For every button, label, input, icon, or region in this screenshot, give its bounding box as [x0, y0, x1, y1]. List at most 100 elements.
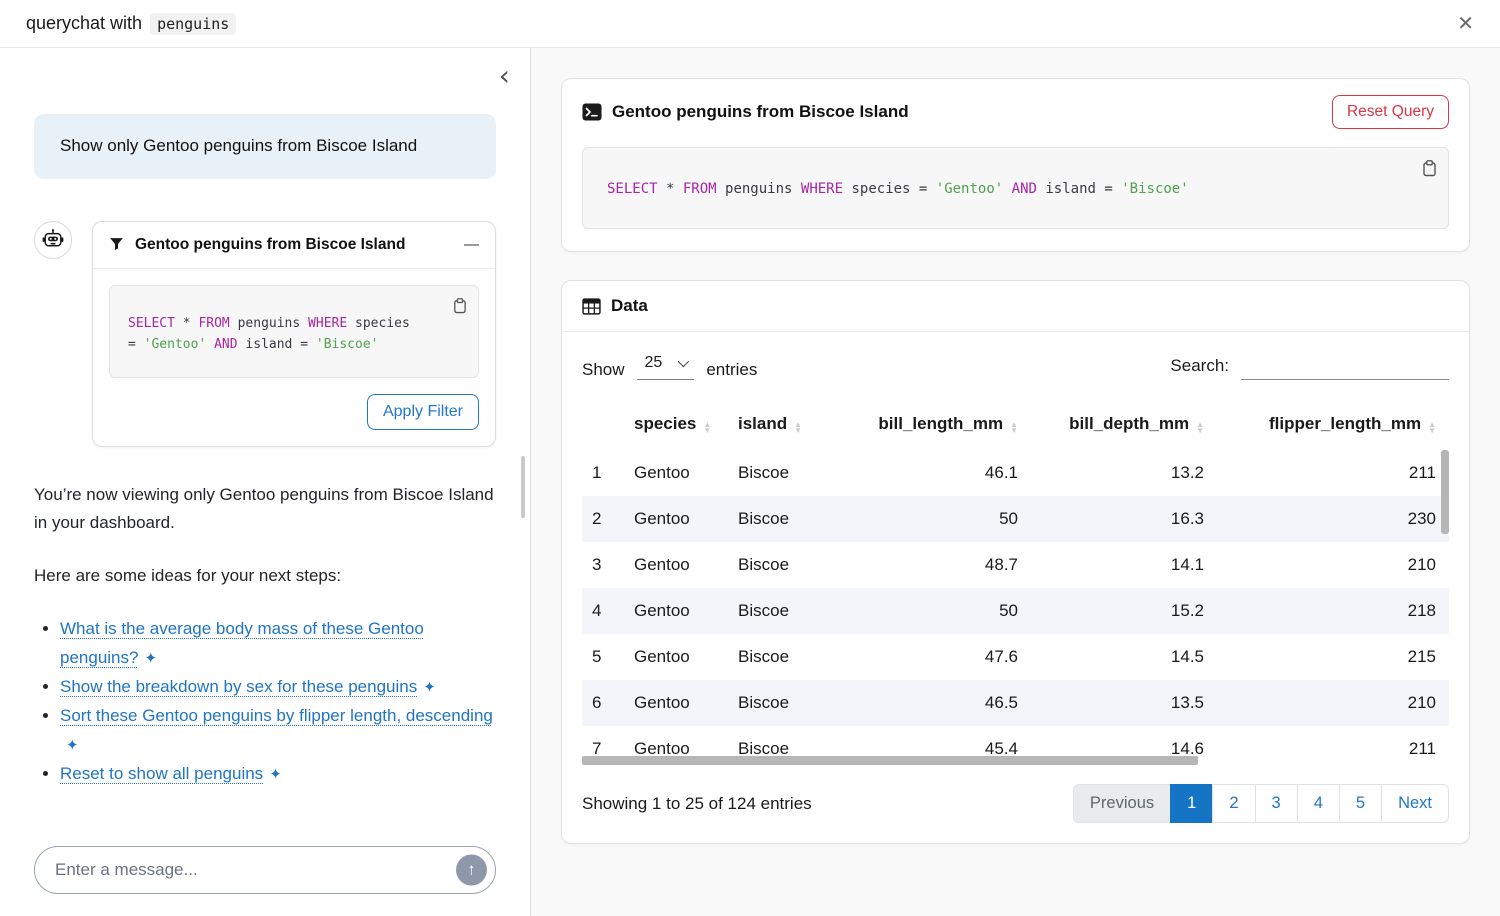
column-header-species[interactable]: species▲▼ [624, 404, 728, 450]
sort-icon: ▲▼ [703, 422, 711, 434]
table-cell: 230 [1214, 496, 1446, 542]
filter-card: Gentoo penguins from Biscoe Island — [92, 221, 496, 448]
suggestion-link[interactable]: Reset to show all penguins [60, 764, 263, 783]
assistant-avatar [34, 221, 72, 259]
send-message-button[interactable]: ↑ [456, 855, 487, 886]
column-header-island[interactable]: island▲▼ [728, 404, 830, 450]
data-card-header: Data [562, 281, 1469, 332]
table-cell: 46.1 [830, 450, 1028, 496]
page-button-2[interactable]: 2 [1212, 784, 1255, 823]
table-cell: 218 [1214, 588, 1446, 634]
sparkle-icon: ✦ [144, 646, 157, 672]
apply-filter-row: Apply Filter [109, 394, 479, 430]
table-cell: 210 [1214, 680, 1446, 726]
table-cell: 50 [830, 496, 1028, 542]
page-button-1[interactable]: 1 [1170, 784, 1213, 823]
copy-icon[interactable] [1419, 157, 1439, 182]
table-cell: Gentoo [624, 588, 728, 634]
table-row: 6GentooBiscoe46.513.5210 [582, 680, 1449, 726]
table-cell: Gentoo [624, 634, 728, 680]
table-header-row: species▲▼island▲▼bill_length_mm▲▼bill_de… [582, 404, 1449, 450]
column-header-flipper_length_mm[interactable]: flipper_length_mm▲▼ [1214, 404, 1446, 450]
copy-icon[interactable] [450, 295, 469, 319]
table-cell: 13.2 [1028, 450, 1214, 496]
suggestion-link[interactable]: Sort these Gentoo penguins by flipper le… [60, 706, 493, 725]
suggestion-link[interactable]: What is the average body mass of these G… [60, 619, 424, 667]
table-cell: 48.7 [830, 542, 1028, 588]
table-cell: 215 [1214, 634, 1446, 680]
table-cell [1446, 542, 1449, 588]
sort-icon: ▲▼ [794, 422, 802, 434]
suggestion-item: What is the average body mass of these G… [60, 615, 496, 673]
table-cell: Biscoe [728, 680, 830, 726]
table-controls: Show 25 entries Search: [582, 352, 1449, 380]
data-table-wrap: species▲▼island▲▼bill_length_mm▲▼bill_de… [582, 404, 1449, 768]
table-row: 2GentooBiscoe5016.3230 [582, 496, 1449, 542]
query-card-title: Gentoo penguins from Biscoe Island [612, 102, 909, 122]
chat-message-input[interactable] [34, 846, 496, 894]
data-card-body: Show 25 entries Search: [562, 332, 1469, 843]
sql-code-block-main: SELECT * FROM penguins WHERE species = '… [582, 147, 1449, 229]
page-size-select[interactable]: 25 [637, 352, 695, 380]
table-cell [1446, 726, 1449, 768]
table-icon [582, 297, 601, 316]
table-cell: 211 [1214, 726, 1446, 768]
page-button-next[interactable]: Next [1381, 784, 1449, 823]
suggestion-link[interactable]: Show the breakdown by sex for these peng… [60, 677, 417, 696]
sidebar-scrollbar[interactable] [521, 456, 525, 518]
suggestion-item: Show the breakdown by sex for these peng… [60, 673, 496, 702]
table-cell: Gentoo [624, 450, 728, 496]
page-button-previous[interactable]: Previous [1073, 784, 1171, 823]
pagination: Previous12345Next [1073, 784, 1449, 823]
querychat-app: querychat with penguins ✕ ‹ Show only Ge… [0, 0, 1500, 916]
suggestion-list: What is the average body mass of these G… [38, 615, 496, 788]
column-header-bill_depth_mm[interactable]: bill_depth_mm▲▼ [1028, 404, 1214, 450]
table-cell: 16.3 [1028, 496, 1214, 542]
table-cell: 47.6 [830, 634, 1028, 680]
sidebar-collapse-icon[interactable]: ‹ [499, 62, 510, 90]
minimize-icon[interactable]: — [464, 236, 479, 253]
close-icon[interactable]: ✕ [1457, 14, 1474, 34]
data-table: species▲▼island▲▼bill_length_mm▲▼bill_de… [582, 404, 1449, 768]
query-card: Gentoo penguins from Biscoe Island Reset… [561, 78, 1470, 252]
assistant-message-row: Gentoo penguins from Biscoe Island — [34, 221, 496, 448]
table-cell [1446, 588, 1449, 634]
response-paragraph-2: Here are some ideas for your next steps: [34, 562, 496, 589]
apply-filter-button[interactable]: Apply Filter [367, 394, 479, 430]
query-card-header: Gentoo penguins from Biscoe Island Reset… [582, 95, 1449, 129]
page-button-5[interactable]: 5 [1339, 784, 1382, 823]
table-row: 5GentooBiscoe47.614.5215 [582, 634, 1449, 680]
vertical-scrollbar[interactable] [1441, 450, 1449, 534]
select-caret-icon [678, 356, 689, 367]
horizontal-scrollbar[interactable] [582, 756, 1198, 765]
topbar: querychat with penguins ✕ [0, 0, 1500, 48]
search-input[interactable] [1241, 354, 1449, 380]
sparkle-icon: ✦ [269, 762, 282, 788]
dashboard-panel: Gentoo penguins from Biscoe Island Reset… [531, 48, 1500, 916]
entries-label: entries [706, 360, 757, 380]
sql-query-text-main: SELECT * FROM penguins WHERE species = '… [607, 178, 1424, 200]
table-cell: 1 [582, 450, 624, 496]
sort-icon: ▲▼ [1010, 422, 1018, 434]
page-button-3[interactable]: 3 [1255, 784, 1298, 823]
terminal-icon [582, 102, 602, 122]
table-cell: 15.2 [1028, 588, 1214, 634]
chat-sidebar: ‹ Show only Gentoo penguins from Biscoe … [0, 48, 531, 916]
table-cell: 5 [582, 634, 624, 680]
query-title-group: Gentoo penguins from Biscoe Island [582, 102, 909, 122]
table-body: 1GentooBiscoe46.113.22112GentooBiscoe501… [582, 450, 1449, 768]
table-cell: 2 [582, 496, 624, 542]
assistant-response-text: You’re now viewing only Gentoo penguins … [34, 481, 496, 788]
table-cell: Biscoe [728, 496, 830, 542]
table-cell: 3 [582, 542, 624, 588]
app-title-text: querychat with [26, 13, 142, 34]
table-cell: Gentoo [624, 680, 728, 726]
reset-query-button[interactable]: Reset Query [1332, 95, 1449, 129]
column-header-bill_length_mm[interactable]: bill_length_mm▲▼ [830, 404, 1028, 450]
table-cell: Biscoe [728, 450, 830, 496]
table-cell [1446, 680, 1449, 726]
show-label: Show [582, 360, 625, 380]
page-button-4[interactable]: 4 [1297, 784, 1340, 823]
data-card: Data Show 25 entries Searc [561, 280, 1470, 844]
table-cell: 14.1 [1028, 542, 1214, 588]
